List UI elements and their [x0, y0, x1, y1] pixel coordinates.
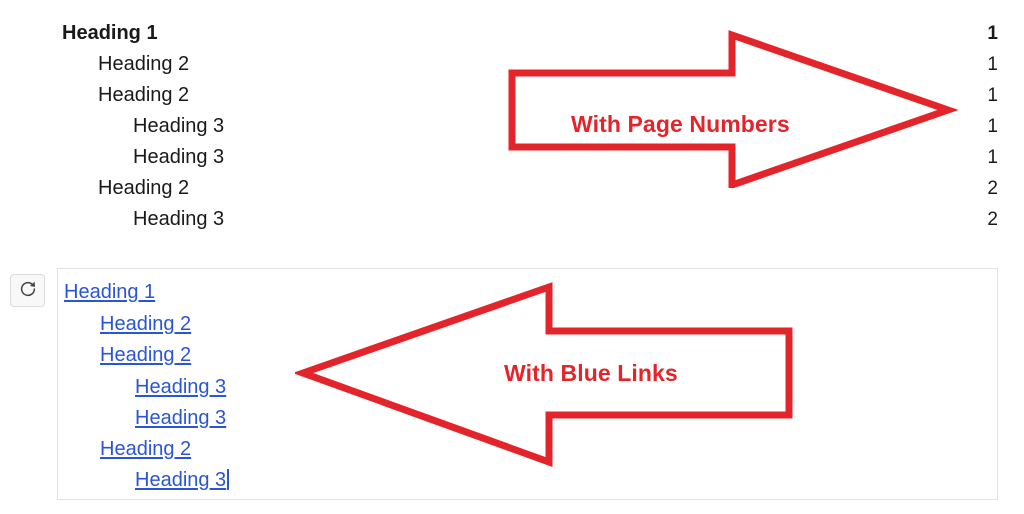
- toc-row: Heading 2 1: [0, 80, 1024, 111]
- toc-link-row: Heading 3: [135, 371, 226, 403]
- toc-with-page-numbers: Heading 1 1 Heading 2 1 Heading 2 1 Head…: [0, 0, 1024, 250]
- toc-with-blue-links-panel: Heading 1 Heading 2 Heading 2 Heading 3 …: [57, 268, 998, 500]
- toc-entry-title: Heading 3: [133, 115, 225, 137]
- toc-link[interactable]: Heading 2: [100, 438, 191, 460]
- toc-link[interactable]: Heading 2: [100, 313, 191, 335]
- toc-row: Heading 1 1: [0, 18, 1024, 49]
- toc-entry-page: 1: [987, 85, 998, 106]
- toc-entry-title: Heading 3: [133, 146, 225, 168]
- toc-link[interactable]: Heading 3: [135, 407, 226, 429]
- toc-entry-title: Heading 2: [98, 53, 190, 75]
- toc-entry-title: Heading 1: [62, 22, 158, 44]
- toc-entry-page: 1: [987, 54, 998, 75]
- toc-entry-title: Heading 2: [98, 177, 190, 199]
- toc-row: Heading 3 1: [0, 111, 1024, 142]
- toc-link[interactable]: Heading 2: [100, 344, 191, 366]
- text-cursor-caret: [227, 469, 230, 490]
- toc-link-row: Heading 1: [64, 276, 155, 308]
- toc-link[interactable]: Heading 1: [64, 281, 155, 303]
- toc-entry-page: 1: [987, 23, 998, 44]
- refresh-icon: [19, 280, 37, 301]
- toc-entry-page: 2: [987, 209, 998, 230]
- toc-link-row: Heading 3: [135, 464, 230, 496]
- toc-entry-page: 2: [987, 178, 998, 199]
- toc-link-row: Heading 2: [100, 339, 191, 371]
- refresh-button[interactable]: [10, 274, 45, 307]
- toc-entry-page: 1: [987, 147, 998, 168]
- toc-entry-page: 1: [987, 116, 998, 137]
- toc-link[interactable]: Heading 3: [135, 469, 226, 491]
- toc-row: Heading 3 2: [0, 204, 1024, 235]
- toc-row: Heading 2 1: [0, 49, 1024, 80]
- toc-link-row: Heading 3: [135, 402, 226, 434]
- toc-link-row: Heading 2: [100, 433, 191, 465]
- toc-entry-title: Heading 3: [133, 208, 225, 230]
- toc-link[interactable]: Heading 3: [135, 376, 226, 398]
- toc-entry-title: Heading 2: [98, 84, 190, 106]
- toc-link-row: Heading 2: [100, 308, 191, 340]
- toc-row: Heading 3 1: [0, 142, 1024, 173]
- toc-row: Heading 2 2: [0, 173, 1024, 204]
